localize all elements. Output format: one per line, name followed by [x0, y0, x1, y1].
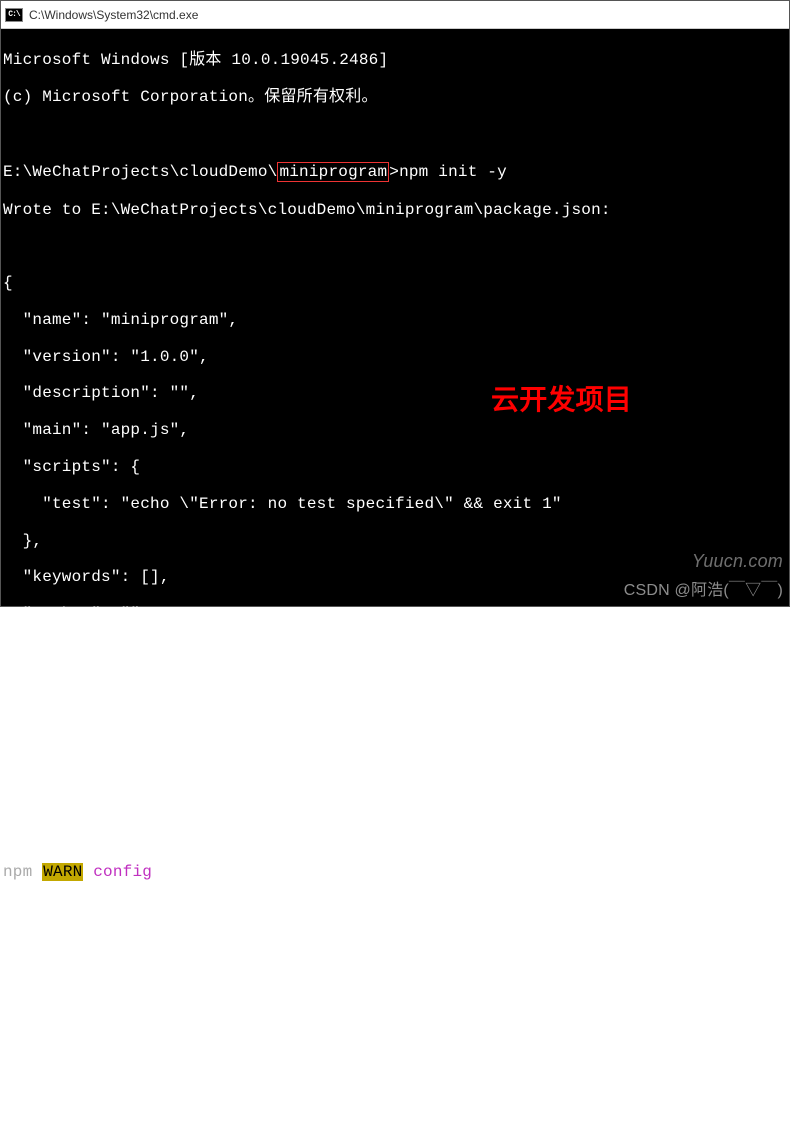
warn-badge: WARN: [42, 863, 83, 881]
cmd-window: C:\ C:\Windows\System32\cmd.exe Microsof…: [0, 0, 790, 607]
json-line: "license": "ISC": [3, 642, 787, 660]
prompt-line-1: E:\WeChatProjects\cloudDemo\miniprogram>…: [3, 162, 787, 182]
json-line: "scripts": {: [3, 458, 787, 476]
annotation-label: 云开发项目: [491, 384, 632, 416]
npm-warn-line: npm WARN config production Use `--omit=d…: [3, 863, 787, 881]
highlighted-path: miniprogram: [277, 162, 389, 182]
titlebar[interactable]: C:\ C:\Windows\System32\cmd.exe: [1, 1, 789, 29]
config-label: config: [93, 863, 152, 881]
cmd-icon: C:\: [5, 8, 23, 22]
copyright-line: (c) Microsoft Corporation。保留所有权利。: [3, 88, 787, 106]
json-brace: {: [3, 274, 787, 292]
titlebar-text: C:\Windows\System32\cmd.exe: [29, 8, 198, 22]
json-line: "test": "echo \"Error: no test specified…: [3, 495, 787, 513]
wrote-line: Wrote to E:\WeChatProjects\cloudDemo\min…: [3, 201, 787, 219]
json-line: "description": "",: [3, 384, 787, 402]
terminal-output[interactable]: Microsoft Windows [版本 10.0.19045.2486] (…: [1, 29, 789, 606]
json-line: "name": "miniprogram",: [3, 311, 787, 329]
json-line: "author": "",: [3, 605, 787, 623]
json-brace: }: [3, 679, 787, 697]
json-line: },: [3, 532, 787, 550]
watermark-yuucn: Yuucn.com: [692, 551, 783, 572]
json-line: "version": "1.0.0",: [3, 348, 787, 366]
json-line: "main": "app.js",: [3, 421, 787, 439]
prompt-line-2: E:\WeChatProjects\cloudDemo\miniprogram>…: [3, 826, 787, 844]
prompt-line-3: E:\WeChatProjects\cloudDemo\miniprogram>: [3, 1010, 787, 1028]
watermark-csdn: CSDN @阿浩(￣▽￣): [624, 582, 783, 600]
added-line: added 1 package in 1s: [3, 936, 787, 954]
header-line: Microsoft Windows [版本 10.0.19045.2486]: [3, 51, 787, 69]
